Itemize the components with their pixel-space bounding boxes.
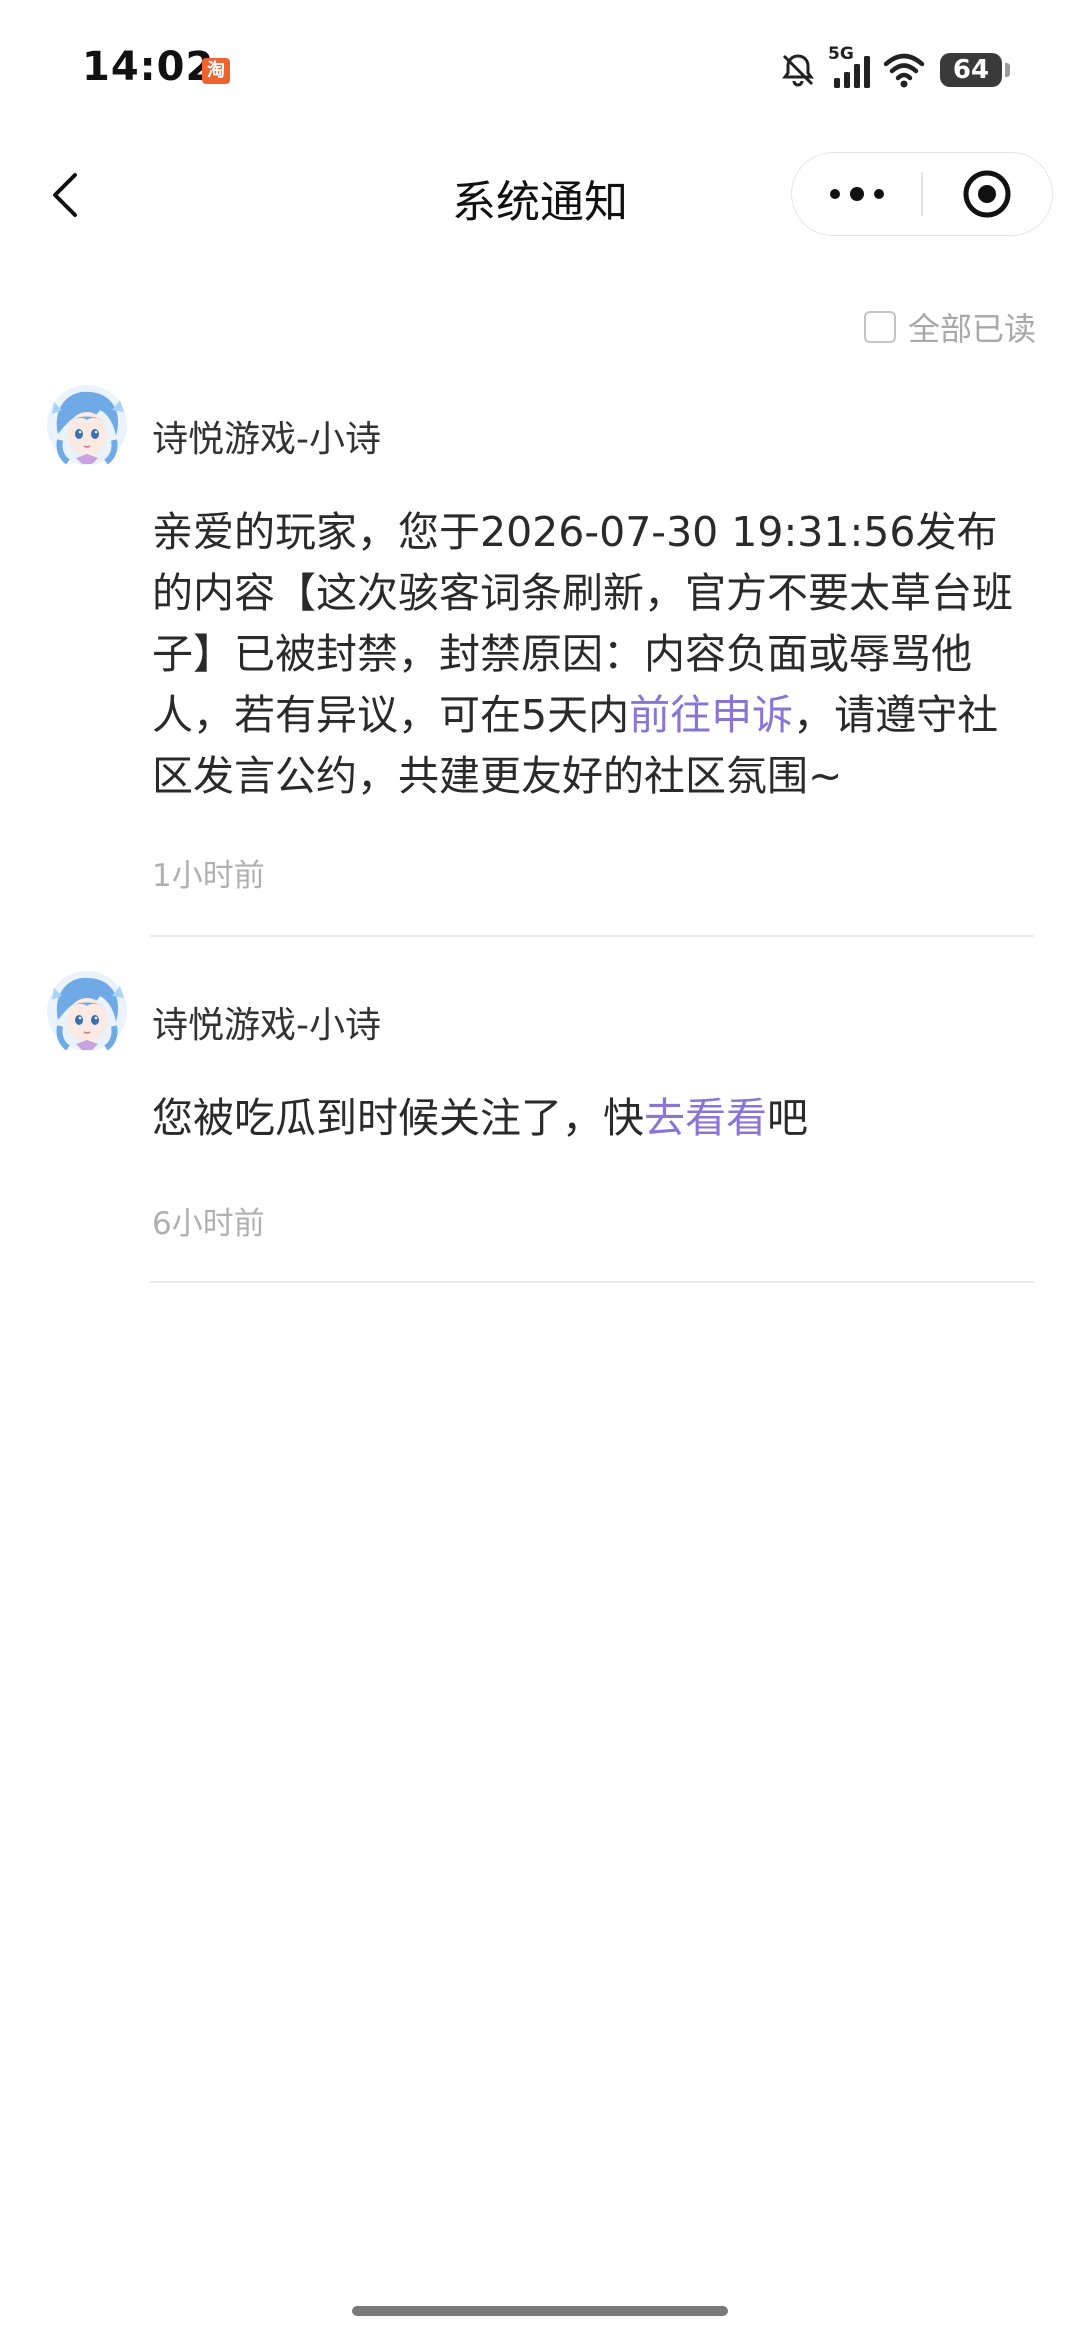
close-mini-program-button[interactable] xyxy=(923,152,1052,236)
mini-program-capsule xyxy=(791,152,1053,236)
sender-name: 诗悦游戏-小诗 xyxy=(152,419,381,460)
taobao-app-icon: 淘 xyxy=(202,58,230,84)
appeal-link[interactable]: 前往申诉 xyxy=(629,691,793,739)
timestamp: 6小时前 xyxy=(152,1206,265,1242)
message-text: 您被吃瓜到时候关注了，快 xyxy=(152,1094,644,1142)
avatar xyxy=(47,385,127,465)
avatar xyxy=(47,971,127,1051)
battery-tip xyxy=(1005,63,1010,77)
bell-off-icon xyxy=(778,50,818,90)
message-text-tail: 吧 xyxy=(767,1094,808,1142)
mark-all-read-label: 全部已读 xyxy=(907,310,1036,348)
back-button[interactable] xyxy=(30,160,100,230)
navigation-bar: 系统通知 xyxy=(0,140,1080,250)
status-icons: 5G 64 xyxy=(778,44,1010,92)
sender-name: 诗悦游戏-小诗 xyxy=(152,1005,381,1046)
battery-level: 64 xyxy=(952,55,990,85)
system-notifications-screen: 14:02 淘 5G 64 系统通知 全部已读 诗悦游戏-小诗 亲爱的玩家，您于… xyxy=(0,0,1080,2339)
message-body: 您被吃瓜到时候关注了，快去看看吧 xyxy=(152,1088,1032,1149)
divider xyxy=(150,1281,1034,1283)
status-bar: 14:02 淘 5G 64 xyxy=(0,0,1080,140)
signal-icon: 5G xyxy=(828,44,872,92)
chevron-left-icon xyxy=(53,173,77,217)
target-circle-icon xyxy=(963,170,1011,218)
notification-item[interactable]: 诗悦游戏-小诗 您被吃瓜到时候关注了，快去看看吧 6小时前 xyxy=(0,970,1080,1290)
go-see-link[interactable]: 去看看 xyxy=(644,1094,767,1142)
more-dots-icon xyxy=(829,187,884,201)
home-indicator[interactable] xyxy=(352,2306,728,2316)
divider xyxy=(150,935,1034,937)
mark-all-read-checkbox[interactable] xyxy=(863,311,896,343)
battery-indicator: 64 xyxy=(940,53,1010,87)
status-time: 14:02 xyxy=(82,44,215,90)
timestamp: 1小时前 xyxy=(152,858,265,894)
mark-all-read-toggle[interactable]: 全部已读 xyxy=(863,304,1036,350)
notification-item[interactable]: 诗悦游戏-小诗 亲爱的玩家，您于2026-07-30 19:31:56发布的内容… xyxy=(0,384,1080,944)
message-body: 亲爱的玩家，您于2026-07-30 19:31:56发布的内容【这次骇客词条刷… xyxy=(152,502,1032,807)
wifi-icon xyxy=(882,50,926,90)
more-button[interactable] xyxy=(792,152,921,236)
